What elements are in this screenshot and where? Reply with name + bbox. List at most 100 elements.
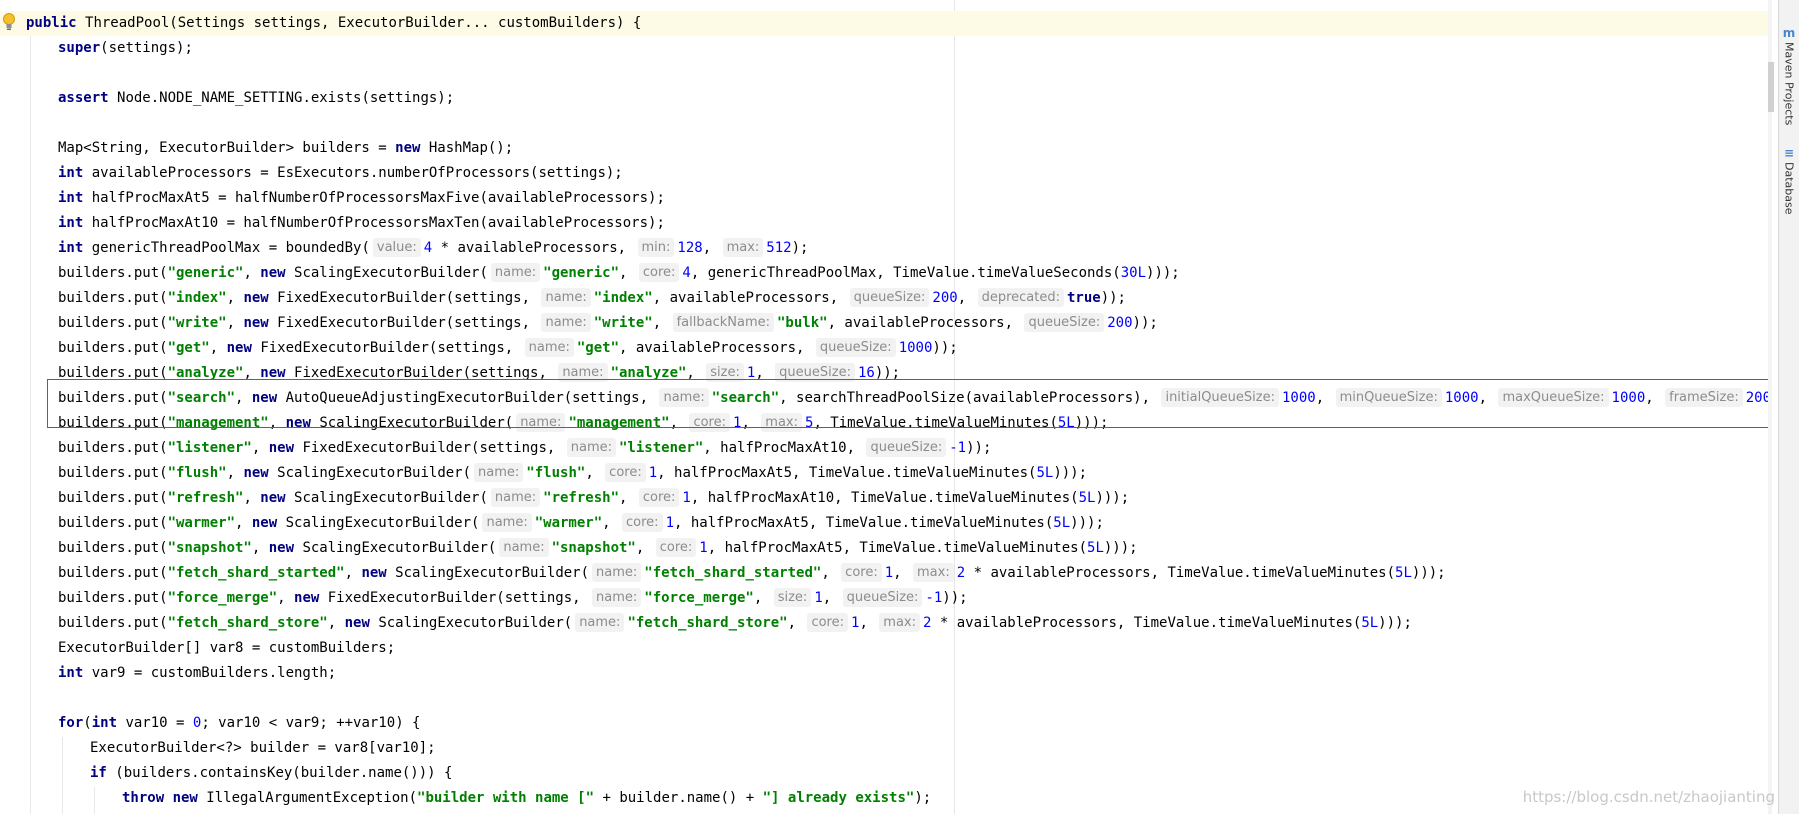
- code-line[interactable]: builders.put("search", new AutoQueueAdju…: [0, 386, 1768, 411]
- parameter-hint: initialQueueSize:: [1161, 388, 1279, 407]
- code-line[interactable]: public ThreadPool(Settings settings, Exe…: [0, 11, 1768, 36]
- code-token: Node.NODE_NAME_SETTING.exists(settings);: [117, 90, 455, 106]
- parameter-hint: max:: [761, 413, 802, 432]
- code-editor[interactable]: public ThreadPool(Settings settings, Exe…: [0, 0, 1768, 814]
- code-lines[interactable]: public ThreadPool(Settings settings, Exe…: [0, 11, 1768, 811]
- code-token: 5L: [1078, 490, 1096, 506]
- code-token: ScalingExecutorBuilder(: [378, 615, 573, 631]
- code-line[interactable]: throw new IllegalArgumentException("buil…: [0, 786, 1768, 811]
- parameter-hint: frameSize:: [1665, 388, 1743, 407]
- code-token: )));: [1074, 415, 1109, 431]
- code-line[interactable]: builders.put("fetch_shard_started", new …: [0, 561, 1768, 586]
- parameter-hint: max:: [913, 563, 954, 582]
- code-line[interactable]: builders.put("flush", new ScalingExecuto…: [0, 461, 1768, 486]
- code-token: ,: [753, 590, 771, 606]
- code-line[interactable]: ExecutorBuilder<?> builder = var8[var10]…: [0, 736, 1768, 761]
- code-line[interactable]: builders.put("fetch_shard_store", new Sc…: [0, 611, 1768, 636]
- code-token: ; var10 < var9; ++var10) {: [201, 715, 421, 731]
- code-line-text: assert Node.NODE_NAME_SETTING.exists(set…: [58, 86, 454, 111]
- code-token: FixedExecutorBuilder(settings,: [302, 440, 564, 456]
- code-line[interactable]: builders.put("generic", new ScalingExecu…: [0, 261, 1768, 286]
- code-token: ,: [859, 615, 877, 631]
- code-token: ,: [787, 615, 805, 631]
- code-token: new: [260, 265, 295, 281]
- code-line[interactable]: builders.put("management", new ScalingEx…: [0, 411, 1768, 436]
- code-line[interactable]: int halfProcMaxAt10 = halfNumberOfProces…: [0, 211, 1768, 236]
- code-token: ));: [932, 340, 958, 356]
- code-line[interactable]: builders.put("index", new FixedExecutorB…: [0, 286, 1768, 311]
- maven-projects-tab[interactable]: m Maven Projects: [1780, 26, 1798, 125]
- code-line[interactable]: builders.put("refresh", new ScalingExecu…: [0, 486, 1768, 511]
- code-token: (settings);: [100, 40, 193, 56]
- code-token: new: [251, 390, 286, 406]
- code-line[interactable]: for(int var10 = 0; var10 < var9; ++var10…: [0, 711, 1768, 736]
- code-token: ,: [226, 465, 244, 481]
- code-line-text: builders.put("index", new FixedExecutorB…: [58, 286, 1126, 311]
- parameter-hint: queueSize:: [1024, 313, 1105, 332]
- code-token: builders.put(: [58, 515, 168, 531]
- code-line[interactable]: int var9 = customBuilders.length;: [0, 661, 1768, 686]
- code-token: new: [226, 340, 261, 356]
- code-token: , availableProcessors,: [652, 290, 847, 306]
- code-line[interactable]: assert Node.NODE_NAME_SETTING.exists(set…: [0, 86, 1768, 111]
- code-token: 16: [857, 365, 875, 381]
- code-line[interactable]: builders.put("get", new FixedExecutorBui…: [0, 336, 1768, 361]
- code-token: "index": [593, 290, 653, 306]
- code-line[interactable]: builders.put("listener", new FixedExecut…: [0, 436, 1768, 461]
- code-token: var10 =: [125, 715, 193, 731]
- lightbulb-icon[interactable]: [2, 12, 16, 32]
- code-token: ScalingExecutorBuilder(: [285, 515, 480, 531]
- code-token: ,: [268, 415, 286, 431]
- code-line[interactable]: builders.put("warmer", new ScalingExecut…: [0, 511, 1768, 536]
- code-line[interactable]: int halfProcMaxAt5 = halfNumberOfProcess…: [0, 186, 1768, 211]
- code-token: ,: [893, 565, 911, 581]
- code-token: "get": [167, 340, 210, 356]
- code-token: 1: [699, 540, 708, 556]
- code-line[interactable]: builders.put("snapshot", new ScalingExec…: [0, 536, 1768, 561]
- code-token: new: [243, 465, 278, 481]
- code-token: , halfProcMaxAt5, TimeValue.timeValueMin…: [707, 540, 1088, 556]
- code-line[interactable]: builders.put("write", new FixedExecutorB…: [0, 311, 1768, 336]
- code-line[interactable]: [0, 686, 1768, 711]
- code-line[interactable]: int availableProcessors = EsExecutors.nu…: [0, 161, 1768, 186]
- code-line[interactable]: [0, 61, 1768, 86]
- code-token: + builder.name() +: [594, 790, 763, 806]
- scrollbar-thumb[interactable]: [1768, 62, 1774, 112]
- code-line-text: builders.put("get", new FixedExecutorBui…: [58, 336, 958, 361]
- code-line[interactable]: builders.put("analyze", new FixedExecuto…: [0, 361, 1768, 386]
- code-line-text: builders.put("generic", new ScalingExecu…: [58, 261, 1180, 286]
- code-line[interactable]: builders.put("force_merge", new FixedExe…: [0, 586, 1768, 611]
- code-line-text: ExecutorBuilder<?> builder = var8[var10]…: [90, 736, 436, 761]
- code-line-text: builders.put("flush", new ScalingExecuto…: [58, 461, 1087, 486]
- parameter-hint: max:: [879, 613, 920, 632]
- code-token: )));: [1378, 615, 1412, 631]
- code-token: new: [344, 615, 379, 631]
- database-tab[interactable]: ≡ Database: [1780, 146, 1798, 215]
- code-token: )));: [1411, 565, 1446, 581]
- code-token: ,: [686, 365, 704, 381]
- code-token: Map<String, ExecutorBuilder> builders =: [58, 140, 396, 156]
- code-token: builders.put(: [58, 415, 168, 431]
- code-line[interactable]: int genericThreadPoolMax = boundedBy(val…: [0, 236, 1768, 261]
- code-line[interactable]: super(settings);: [0, 36, 1768, 61]
- code-token: "fetch_shard_started": [167, 565, 345, 581]
- code-line-text: if (builders.containsKey(builder.name())…: [90, 761, 452, 786]
- code-token: assert: [58, 90, 118, 106]
- vertical-scrollbar[interactable]: [1768, 0, 1772, 814]
- code-token: 200: [1107, 315, 1133, 331]
- code-token: 5L: [1087, 540, 1104, 556]
- code-line-text: builders.put("refresh", new ScalingExecu…: [58, 486, 1129, 511]
- code-token: ,: [1478, 390, 1496, 406]
- code-line[interactable]: ExecutorBuilder[] var8 = customBuilders;: [0, 636, 1768, 661]
- parameter-hint: minQueueSize:: [1335, 388, 1442, 407]
- parameter-hint: name:: [499, 538, 549, 557]
- code-line[interactable]: Map<String, ExecutorBuilder> builders = …: [0, 136, 1768, 161]
- code-token: 30L: [1120, 265, 1147, 281]
- code-token: availableProcessors = EsExecutors.number…: [91, 165, 623, 181]
- code-token: 200: [932, 290, 958, 306]
- code-line[interactable]: if (builders.containsKey(builder.name())…: [0, 761, 1768, 786]
- code-token: ));: [874, 365, 901, 381]
- code-token: ));: [966, 440, 992, 456]
- code-line[interactable]: [0, 111, 1768, 136]
- code-token: )));: [1070, 515, 1104, 531]
